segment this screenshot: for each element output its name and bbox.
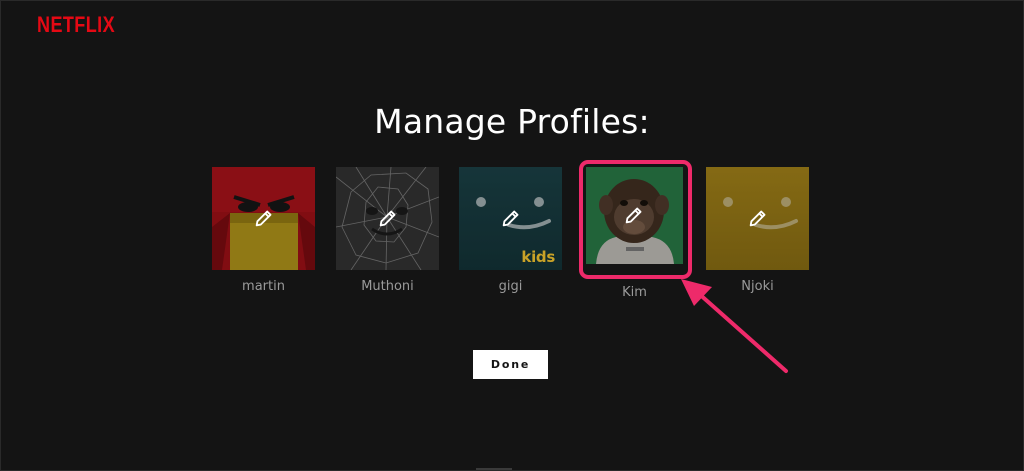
profile-gigi[interactable]: kids gigi (459, 167, 562, 294)
profile-name: martin (242, 279, 285, 294)
profile-njoki[interactable]: Njoki (706, 167, 809, 294)
profile-avatar[interactable] (706, 167, 809, 270)
pencil-icon[interactable] (377, 207, 399, 229)
pencil-icon[interactable] (500, 207, 522, 229)
profile-avatar[interactable] (212, 167, 315, 270)
profile-name: Muthoni (361, 279, 414, 294)
pencil-icon[interactable] (253, 207, 275, 229)
profile-muthoni[interactable]: Muthoni (336, 167, 439, 294)
kim-highlight-box (579, 160, 692, 279)
profile-martin[interactable]: martin (212, 167, 315, 294)
profile-list: martin Muthoni kids gigi Kim Njoki (0, 0, 1024, 471)
profile-avatar[interactable] (336, 167, 439, 270)
pencil-icon[interactable] (747, 207, 769, 229)
profile-avatar[interactable]: kids (459, 167, 562, 270)
done-button[interactable]: Done (473, 350, 548, 379)
kids-badge: kids (521, 248, 555, 266)
profile-name: Kim (622, 285, 647, 300)
profile-name: Njoki (741, 279, 774, 294)
manage-profiles-page: NETFLIX Manage Profiles: martin Muthoni … (0, 0, 1024, 471)
profile-name: gigi (498, 279, 523, 294)
